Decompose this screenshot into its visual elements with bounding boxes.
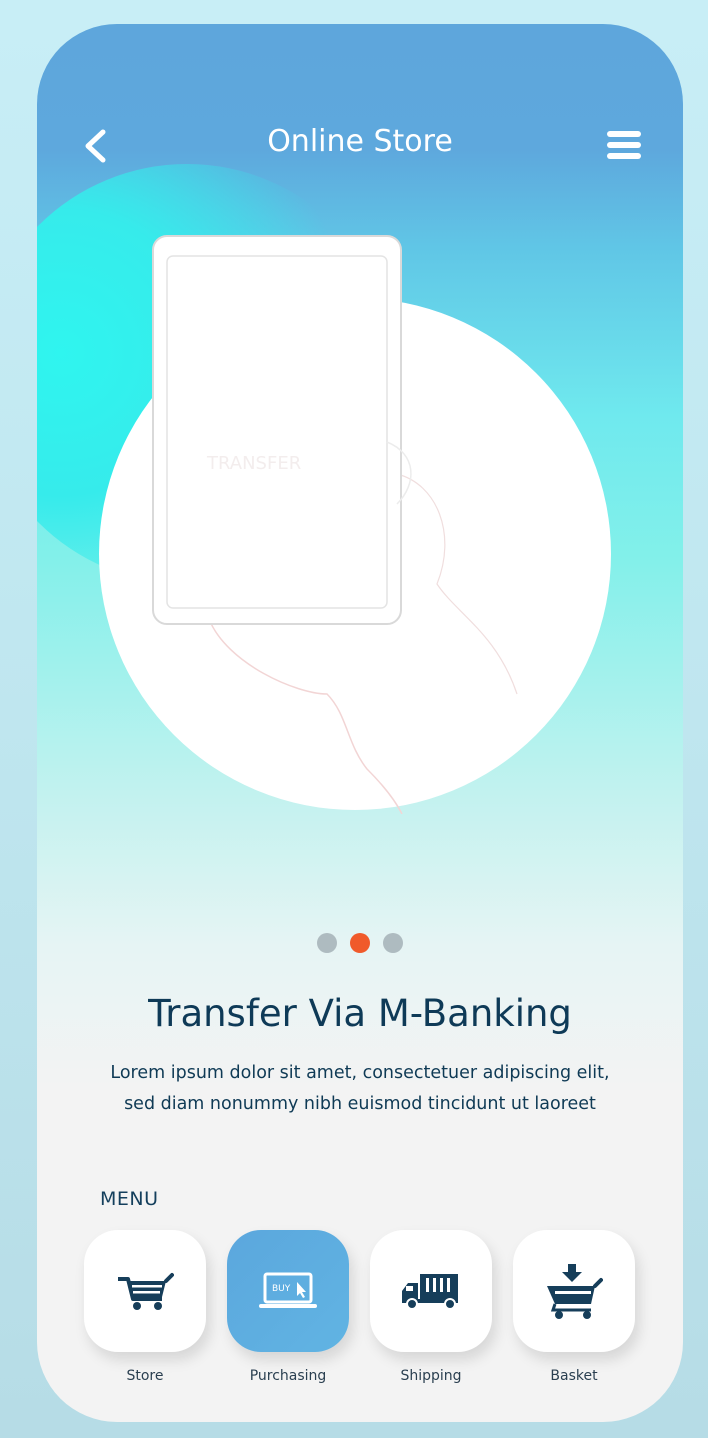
carousel-dots [37, 933, 683, 953]
shipping-tile[interactable] [370, 1230, 492, 1352]
carousel-dot-active[interactable] [350, 933, 370, 953]
menu-item-shipping[interactable]: Shipping [370, 1230, 492, 1384]
basket-tile[interactable] [513, 1230, 635, 1352]
store-label: Store [126, 1368, 164, 1384]
menu-item-basket[interactable]: Basket [513, 1230, 635, 1384]
menu-label: MENU [100, 1188, 159, 1210]
basket-label: Basket [550, 1368, 598, 1384]
purchasing-label: Purchasing [249, 1368, 327, 1384]
svg-text:TRANSFER: TRANSFER [206, 453, 301, 474]
delivery-truck-icon [402, 1274, 458, 1310]
menu-item-purchasing[interactable]: BUY Purchasing [227, 1230, 349, 1384]
shipping-label: Shipping [400, 1368, 462, 1384]
hamburger-menu-icon [607, 131, 641, 159]
purchasing-tile[interactable]: BUY [227, 1230, 349, 1352]
store-tile[interactable] [84, 1230, 206, 1352]
carousel-dot[interactable] [317, 933, 337, 953]
top-bar: Online Store [37, 114, 683, 178]
shopping-cart-icon [118, 1273, 174, 1310]
menu-item-store[interactable]: Store [84, 1230, 206, 1384]
hand-holding-phone-illustration: TRANSFER [99, 235, 611, 814]
page-title: Online Store [267, 124, 453, 159]
phone-screen: Online Store TRANSFER Transfer Via M-Ban… [37, 24, 683, 1422]
carousel-dot[interactable] [383, 933, 403, 953]
laptop-buy-icon: BUY [259, 1272, 317, 1308]
menu-row: Store BUY Purchasing Shipping Basket [84, 1230, 635, 1384]
basket-add-icon [547, 1264, 603, 1319]
svg-text:BUY: BUY [272, 1284, 291, 1294]
menu-button[interactable] [607, 131, 641, 161]
description: Lorem ipsum dolor sit amet, consectetuer… [110, 1063, 610, 1114]
headline: Transfer Via M-Banking [148, 992, 572, 1035]
